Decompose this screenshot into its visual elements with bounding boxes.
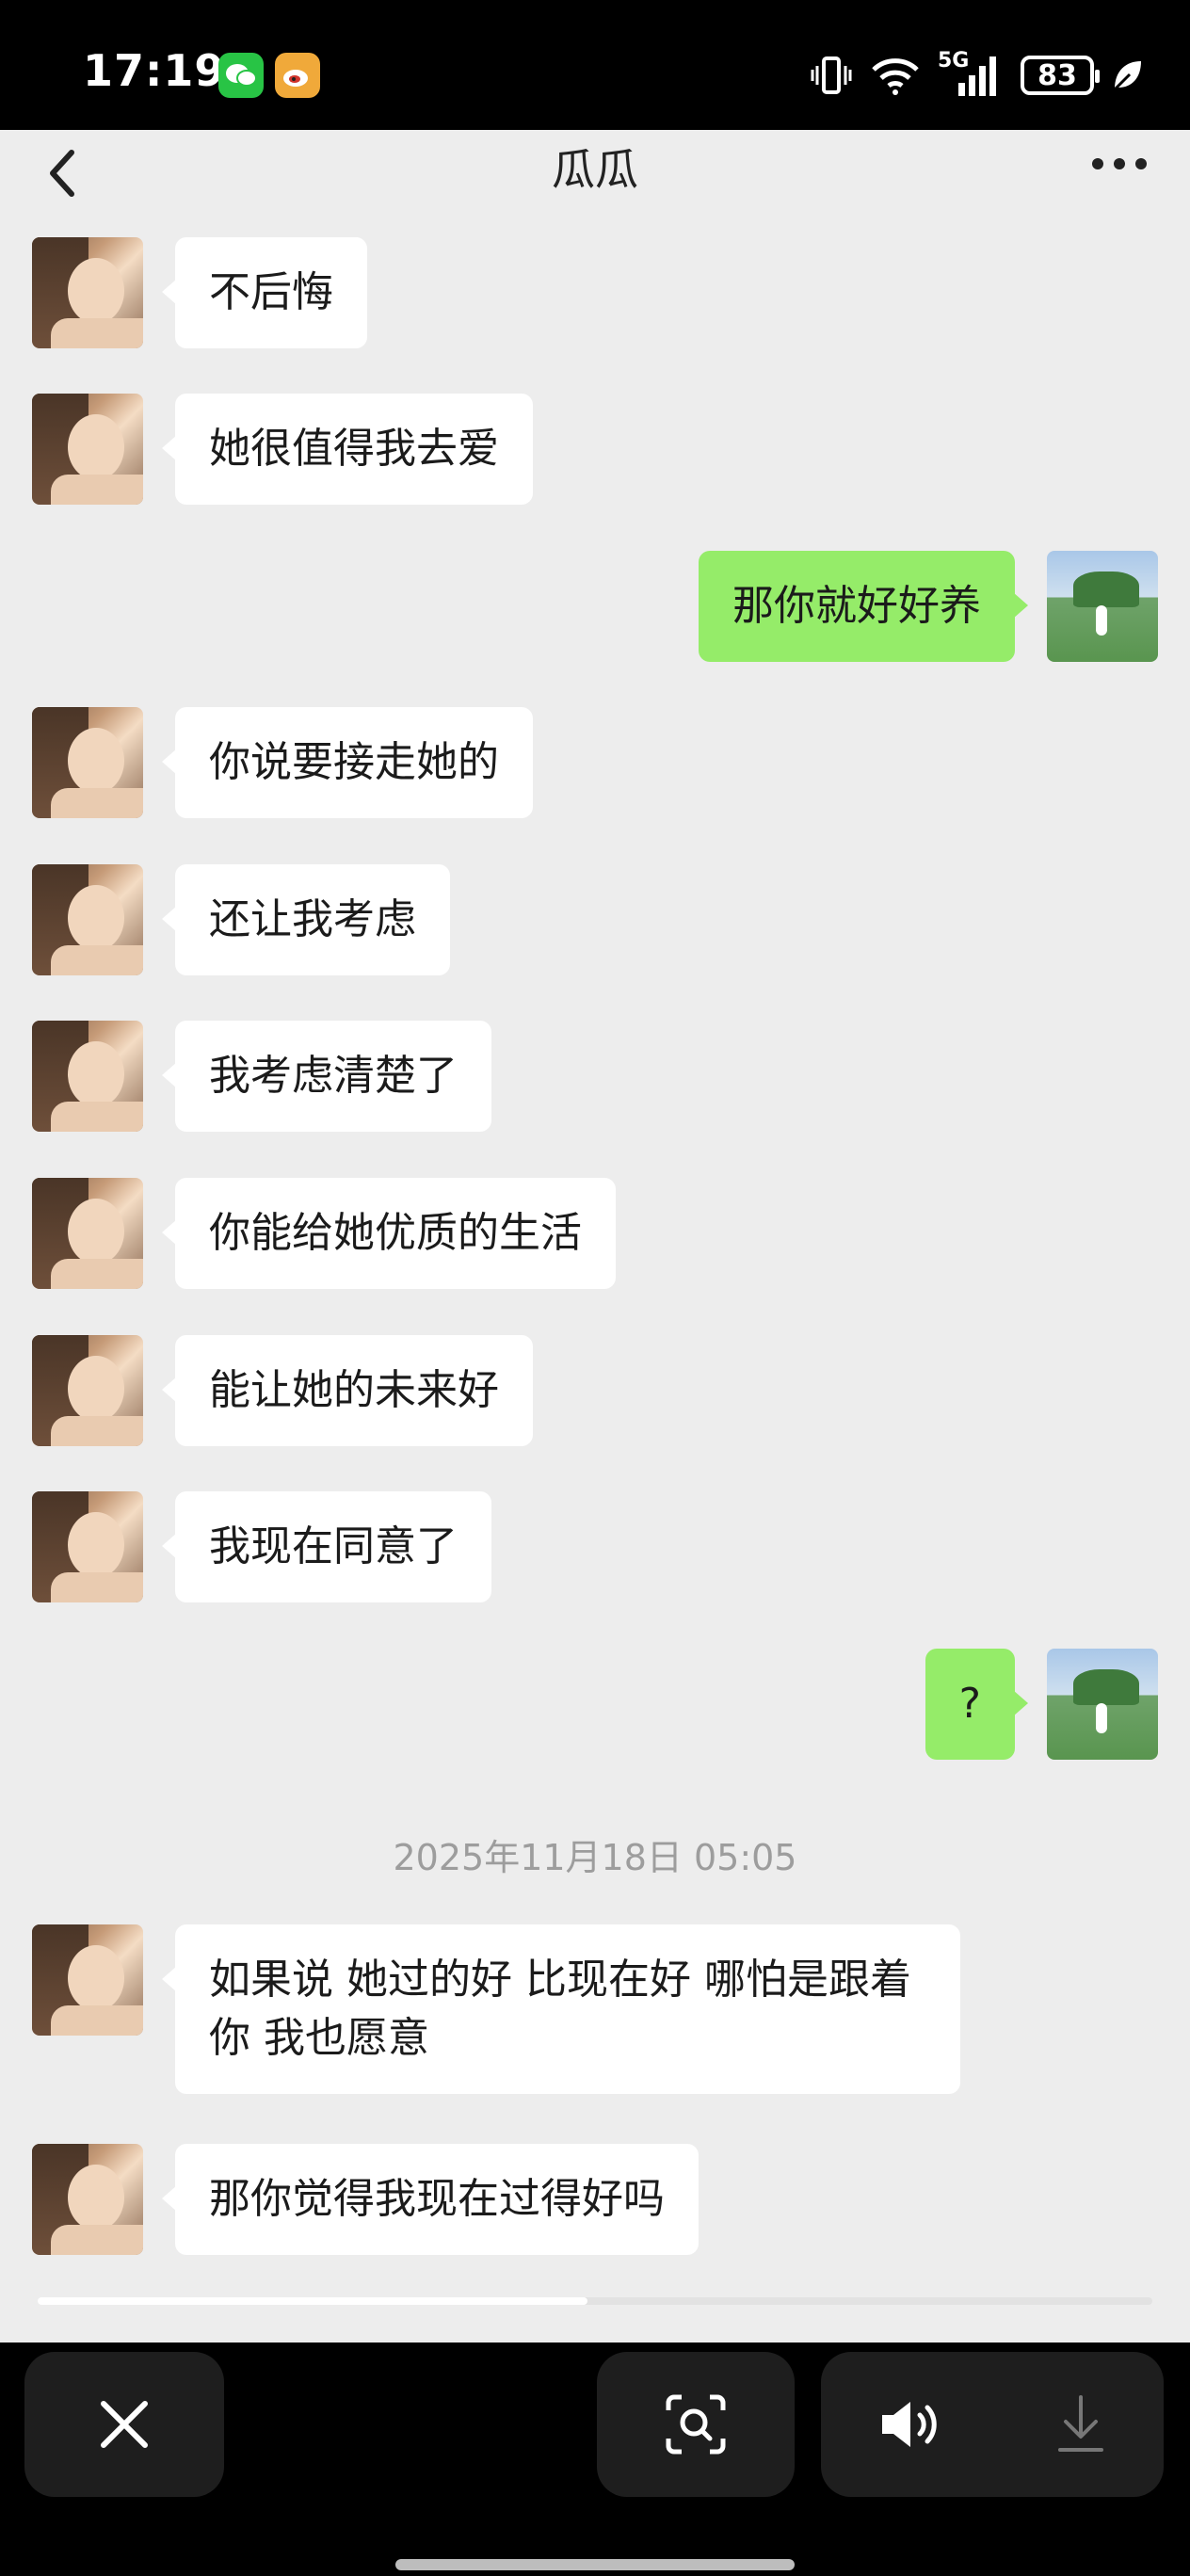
battery-level: 83 [1037,58,1077,92]
message-timestamp: 2025年11月18日 05:05 [393,1837,797,1878]
weibo-icon [275,53,320,98]
contact-avatar[interactable] [32,394,143,505]
media-controls [821,2352,1164,2497]
status-bar: 17:19 5G 83 [0,0,1190,130]
vibrate-icon [811,56,852,94]
horizontal-scrollbar[interactable] [38,2297,1152,2305]
status-right: 5G 83 [810,47,1143,104]
my-avatar[interactable] [1047,551,1158,662]
incoming-message[interactable]: 她很值得我去爱 [162,394,533,505]
speaker-icon[interactable] [876,2396,942,2453]
download-icon[interactable] [1053,2393,1109,2455]
contact-avatar[interactable] [32,1021,143,1132]
wechat-icon [218,53,264,98]
outgoing-message[interactable]: ? [925,1649,1029,1760]
contact-avatar[interactable] [32,864,143,975]
close-icon [101,2401,148,2448]
chat-title: 瓜瓜 [552,144,638,195]
viewer-toolbar [0,2343,1190,2576]
incoming-message[interactable]: 如果说 她过的好 比现在好 哪怕是跟着你 我也愿意 [162,1924,960,2094]
battery-icon: 83 [1021,56,1100,95]
contact-avatar[interactable] [32,237,143,348]
contact-avatar[interactable] [32,707,143,818]
incoming-message[interactable]: 能让她的未来好 [162,1335,533,1446]
more-icon[interactable] [1086,145,1152,183]
incoming-message[interactable]: 你能给她优质的生活 [162,1178,616,1289]
contact-avatar[interactable] [32,1924,143,2036]
wifi-icon [872,58,919,95]
incoming-message[interactable]: 我考虑清楚了 [162,1021,491,1132]
close-button[interactable] [24,2352,224,2497]
incoming-message[interactable]: 我现在同意了 [162,1491,491,1602]
cellular-signal-icon: 5G [938,49,1004,98]
scrollbar-thumb[interactable] [38,2297,587,2305]
home-indicator[interactable] [395,2559,795,2570]
incoming-message[interactable]: 你说要接走她的 [162,707,533,818]
incoming-message[interactable]: 还让我考虑 [162,864,450,975]
chat-screen: 瓜瓜 不后悔 她很值得我去爱 那你就好好养 你说要接走她的 还让我考虑 我考虑清… [0,130,1190,2343]
incoming-message[interactable]: 不后悔 [162,237,367,348]
scan-search-button[interactable] [597,2352,795,2497]
outgoing-message[interactable]: 那你就好好养 [699,551,1028,662]
incoming-message[interactable]: 那你觉得我现在过得好吗 [162,2144,699,2255]
my-avatar[interactable] [1047,1649,1158,1760]
scan-search-icon [666,2394,726,2455]
contact-avatar[interactable] [32,1491,143,1602]
leaf-icon [1113,61,1141,91]
status-time: 17:19 [83,45,226,96]
contact-avatar[interactable] [32,1178,143,1289]
contact-avatar[interactable] [32,1335,143,1446]
chat-header: 瓜瓜 [0,130,1190,220]
contact-avatar[interactable] [32,2144,143,2255]
